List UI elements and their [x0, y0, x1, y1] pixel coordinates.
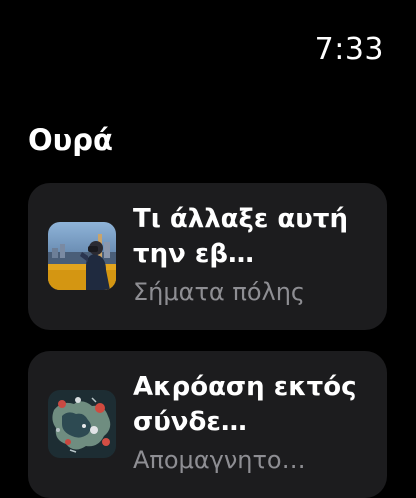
- podcast-artwork-city-signals-icon: [48, 222, 116, 290]
- queue-item[interactable]: Ακρόαση εκτός σύνδε… Απομαγνητο…: [28, 351, 387, 498]
- podcast-name: Απομαγνητο…: [133, 446, 306, 474]
- podcast-name: Σήματα πόλης: [133, 278, 305, 306]
- episode-title: Τι άλλαξε αυτή την εβ…: [133, 204, 348, 269]
- status-time: 7:33: [314, 32, 384, 67]
- queue-item[interactable]: Τι άλλαξε αυτή την εβ… Σήματα πόλης: [28, 183, 387, 330]
- page-title: Ουρά: [28, 123, 113, 157]
- episode-title: Ακρόαση εκτός σύνδε…: [133, 372, 357, 437]
- podcast-artwork-map-icon: [48, 390, 116, 458]
